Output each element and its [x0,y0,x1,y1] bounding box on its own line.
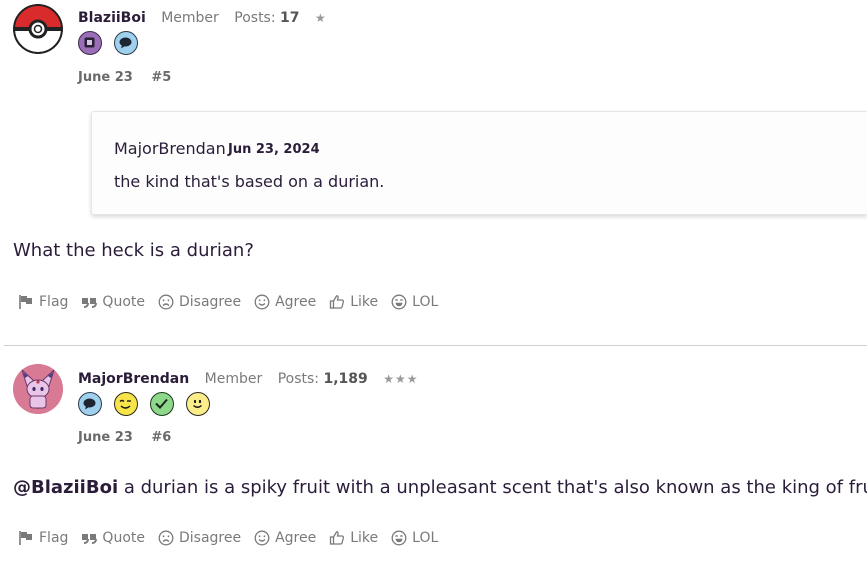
speech-bubble-badge-icon[interactable] [78,392,102,416]
speech-bubble-badge-icon[interactable] [114,31,139,55]
agree-button[interactable]: Agree [254,294,316,310]
flag-icon [19,295,32,309]
user-meta: MajorBrendan Member Posts: 1,189 ★★★ [78,371,429,387]
checkmark-badge-icon[interactable] [150,392,175,416]
badges [78,31,145,57]
flag-button[interactable]: Flag [18,294,68,310]
quote-block: MajorBrendan Jun 23, 2024 the kind that'… [91,111,867,215]
posts-count: 17 [280,10,300,26]
rank-stars: ★ [314,11,327,25]
chip-badge-icon[interactable] [78,31,102,55]
user-mention-link[interactable]: @BlaziiBoi [13,477,118,498]
post-number[interactable]: #5 [151,70,171,85]
post-dateline: June 23 #6 [78,430,185,445]
lol-button[interactable]: LOL [391,530,438,546]
post-actions: Flag Quote Disagree Agree Like LOL [18,530,451,546]
lol-button[interactable]: LOL [391,294,438,310]
flag-icon [19,531,32,545]
thumbs-up-icon [330,295,345,309]
post-divider [4,345,867,346]
avatar-pokeball-icon[interactable] [13,4,63,54]
user-role: Member [204,371,263,387]
like-button[interactable]: Like [329,530,378,546]
user-meta: BlaziiBoi Member Posts: 17 ★ [78,10,338,26]
laugh-face-icon [391,530,407,546]
username-link[interactable]: MajorBrendan [78,371,189,387]
quote-author[interactable]: MajorBrendan [114,139,226,158]
quote-icon [82,534,98,544]
post-body: What the heck is a durian? [13,240,254,261]
thumbs-up-icon [330,531,345,545]
quote-button[interactable]: Quote [81,530,145,546]
flag-button[interactable]: Flag [18,530,68,546]
user-role: Member [161,10,219,26]
smile-face-badge-icon[interactable] [186,392,211,416]
quote-button[interactable]: Quote [81,294,145,310]
username-link[interactable]: BlaziiBoi [78,10,146,26]
disagree-button[interactable]: Disagree [158,530,241,546]
frown-face-icon [158,530,174,546]
quote-icon [82,298,98,308]
badges [78,392,217,418]
post-actions: Flag Quote Disagree Agree Like LOL [18,294,451,310]
posts-label: Posts: 1,189 [277,371,368,387]
agree-button[interactable]: Agree [254,530,316,546]
post-date[interactable]: June 23 [78,70,133,85]
avatar-espeon-icon[interactable] [13,364,63,414]
post-body-text: a durian is a spiky fruit with a unpleas… [118,477,867,498]
posts-label: Posts: 17 [234,10,300,26]
laugh-face-icon [391,294,407,310]
post-dateline: June 23 #5 [78,70,185,85]
post-body: @BlaziiBoi a durian is a spiky fruit wit… [13,477,867,498]
smile-face-icon [254,294,270,310]
frown-face-icon [158,294,174,310]
post-date[interactable]: June 23 [78,430,133,445]
posts-count: 1,189 [323,371,368,387]
wink-face-badge-icon[interactable] [114,392,139,416]
like-button[interactable]: Like [329,294,378,310]
quote-date[interactable]: Jun 23, 2024 [228,142,320,157]
rank-stars: ★★★ [383,372,419,386]
post-number[interactable]: #6 [151,430,171,445]
smile-face-icon [254,530,270,546]
quote-text: the kind that's based on a durian. [114,172,385,191]
disagree-button[interactable]: Disagree [158,294,241,310]
